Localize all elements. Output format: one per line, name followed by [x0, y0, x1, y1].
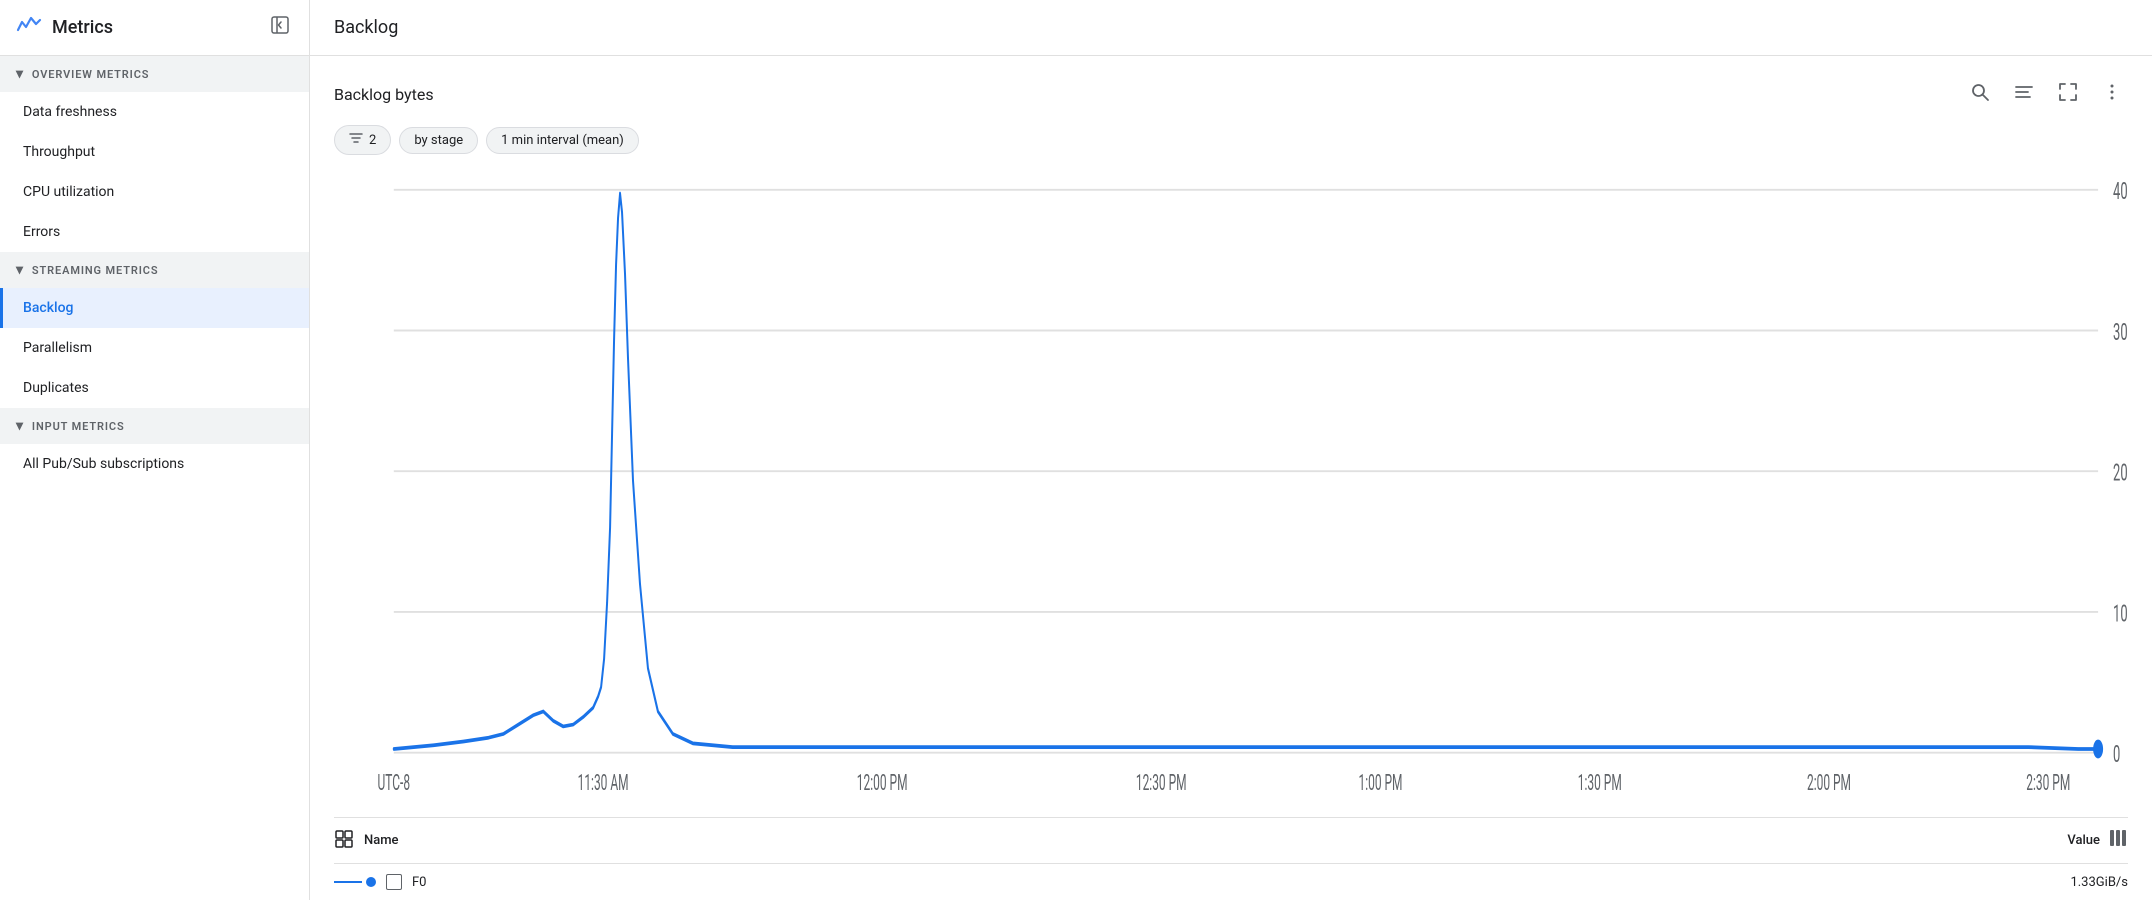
nav-item-data-freshness[interactable]: Data freshness [0, 92, 309, 132]
nav-item-cpu-utilization[interactable]: CPU utilization [0, 172, 309, 212]
main-content: Backlog Backlog bytes [310, 0, 2152, 900]
filter-stage-label: by stage [414, 133, 463, 148]
chart-title-row: Backlog bytes [334, 76, 2128, 113]
svg-text:1:00 PM: 1:00 PM [1359, 770, 1403, 796]
app-name: Metrics [52, 17, 113, 38]
svg-text:2:00 PM: 2:00 PM [1807, 770, 1851, 796]
filter-row: 2 by stage 1 min interval (mean) [334, 125, 2128, 155]
nav-item-throughput[interactable]: Throughput [0, 132, 309, 172]
section-input[interactable]: ▾ INPUT METRICS [0, 408, 309, 444]
legend-value-header: Value [2067, 828, 2128, 853]
legend-header: Name Value [334, 818, 2128, 864]
nav-item-backlog[interactable]: Backlog [0, 288, 309, 328]
svg-text:2:30 PM: 2:30 PM [2026, 770, 2070, 796]
nav-item-duplicates[interactable]: Duplicates [0, 368, 309, 408]
svg-text:UTC-8: UTC-8 [378, 770, 411, 796]
legend-row-value: 1.33GiB/s [2070, 875, 2128, 890]
page-title: Backlog [334, 17, 398, 38]
legend-line-indicator [334, 877, 376, 887]
legend-checkbox[interactable] [386, 874, 402, 890]
legend-dash [334, 881, 362, 883]
chevron-down-icon: ▾ [16, 66, 24, 82]
nav-item-parallelism[interactable]: Parallelism [0, 328, 309, 368]
svg-text:300GiB/s: 300GiB/s [2113, 317, 2128, 346]
svg-text:12:30 PM: 12:30 PM [1136, 770, 1187, 796]
sidebar: Metrics ▾ OVERVIEW METRICS Data freshnes… [0, 0, 310, 900]
more-options-button[interactable] [2096, 76, 2128, 113]
legend-row: F0 1.33GiB/s [334, 864, 2128, 900]
section-input-label: INPUT METRICS [32, 420, 125, 433]
section-streaming[interactable]: ▾ STREAMING METRICS [0, 252, 309, 288]
chart-area: 400GiB/s 300GiB/s 200GiB/s 100GiB/s 0 UT… [334, 171, 2128, 809]
chart-toolbar [1964, 76, 2128, 113]
chart-container: Backlog bytes [310, 56, 2152, 900]
fullscreen-button[interactable] [2052, 76, 2084, 113]
legend-row-label: F0 [412, 875, 427, 890]
app-logo: Metrics [16, 14, 113, 42]
svg-text:0: 0 [2113, 740, 2120, 769]
section-streaming-label: STREAMING METRICS [32, 264, 159, 277]
chevron-down-icon-2: ▾ [16, 262, 24, 278]
chart-title: Backlog bytes [334, 85, 434, 104]
search-button[interactable] [1964, 76, 1996, 113]
section-overview-label: OVERVIEW METRICS [32, 68, 149, 81]
logo-icon [16, 14, 42, 42]
svg-text:100GiB/s: 100GiB/s [2113, 599, 2128, 628]
nav-item-pubsub[interactable]: All Pub/Sub subscriptions [0, 444, 309, 484]
svg-text:200GiB/s: 200GiB/s [2113, 458, 2128, 487]
filter-icon [349, 131, 363, 149]
legend-name-header: Name [334, 829, 399, 853]
chevron-down-icon-3: ▾ [16, 418, 24, 434]
legend-button[interactable] [2008, 76, 2040, 113]
svg-text:12:00 PM: 12:00 PM [857, 770, 908, 796]
svg-text:1:30 PM: 1:30 PM [1578, 770, 1622, 796]
legend-name-label: Name [364, 833, 399, 848]
legend-table: Name Value [334, 817, 2128, 900]
filter-chip-interval[interactable]: 1 min interval (mean) [486, 127, 639, 154]
filter-chip-count[interactable]: 2 [334, 125, 391, 155]
filter-interval-label: 1 min interval (mean) [501, 133, 624, 148]
sidebar-collapse-button[interactable] [267, 12, 293, 43]
filter-count-label: 2 [369, 133, 376, 148]
legend-columns-icon[interactable] [2108, 828, 2128, 853]
legend-dot [366, 877, 376, 887]
main-header: Backlog [310, 0, 2152, 56]
section-overview[interactable]: ▾ OVERVIEW METRICS [0, 56, 309, 92]
nav-item-errors[interactable]: Errors [0, 212, 309, 252]
legend-grid-icon [334, 829, 354, 853]
legend-value-label: Value [2067, 833, 2100, 848]
svg-text:400GiB/s: 400GiB/s [2113, 177, 2128, 206]
filter-chip-stage[interactable]: by stage [399, 127, 478, 154]
svg-text:11:30 AM: 11:30 AM [578, 770, 629, 796]
chart-svg: 400GiB/s 300GiB/s 200GiB/s 100GiB/s 0 UT… [334, 171, 2128, 809]
sidebar-header: Metrics [0, 0, 309, 56]
legend-row-left: F0 [334, 874, 427, 890]
